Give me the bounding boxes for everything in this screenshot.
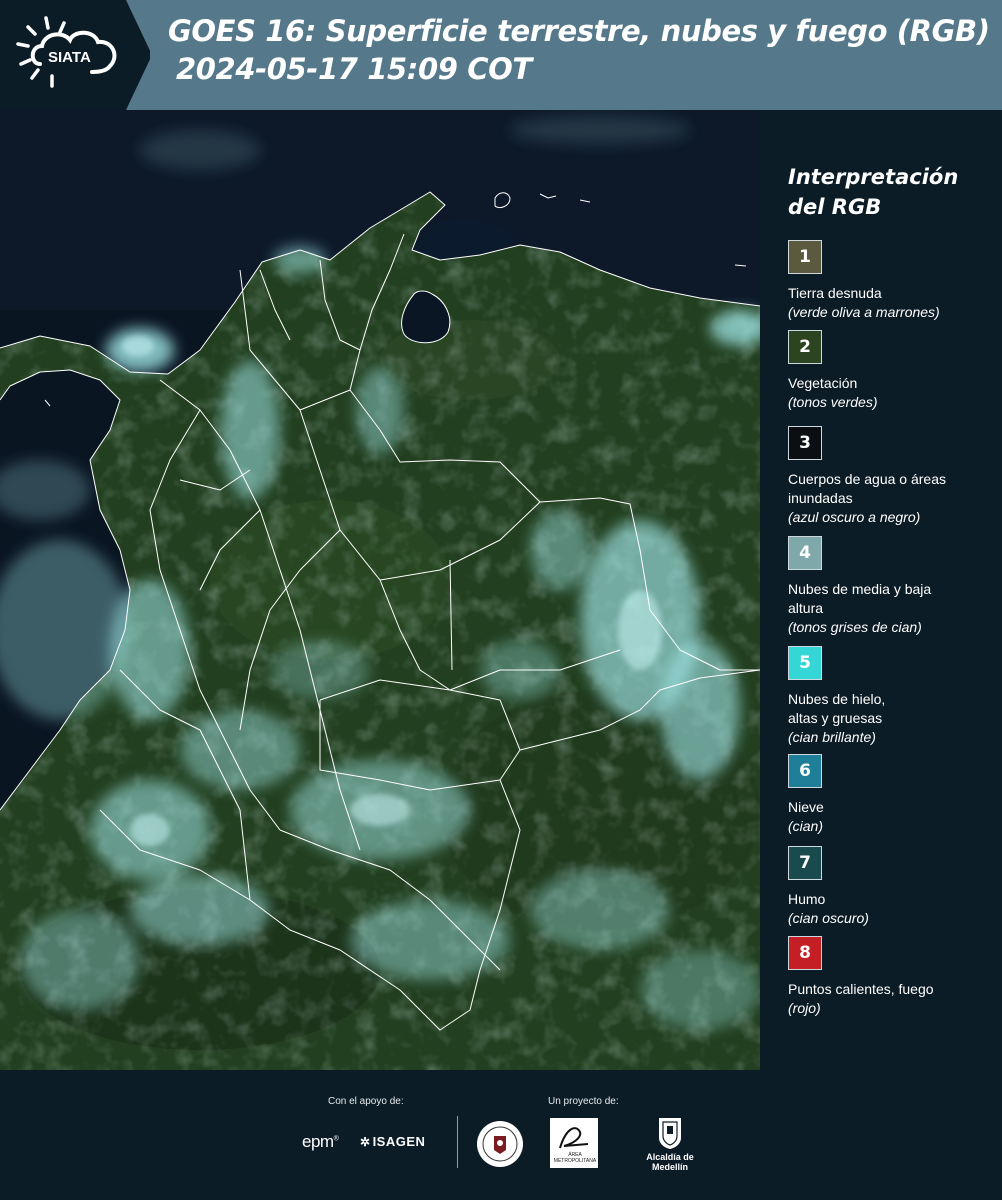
legend-label: Nieve <box>788 799 824 815</box>
satellite-map[interactable] <box>0 110 760 1070</box>
legend-description: (cian brillante) <box>788 729 876 745</box>
medellin-crest-icon <box>659 1118 681 1149</box>
legend-swatch: 3 <box>788 426 822 460</box>
legend-swatch: 5 <box>788 646 822 680</box>
legend-label: Nubes de media y baja altura <box>788 581 932 616</box>
legend-swatch: 1 <box>788 240 822 274</box>
legend-description: (cian) <box>788 818 824 834</box>
legend-item: 6 Nieve (cian) <box>788 754 998 836</box>
legend-description: (rojo) <box>788 1000 821 1016</box>
legend-swatch: 7 <box>788 846 822 880</box>
isagen-logo: ✲ ISAGEN <box>360 1134 426 1149</box>
legend-description: (azul oscuro a negro) <box>788 509 921 525</box>
legend-label: Humo <box>788 891 826 907</box>
legend-swatch: 2 <box>788 330 822 364</box>
legend-label: Cuerpos de agua o áreas inundadas <box>788 471 946 506</box>
epm-logo: epm® <box>302 1132 339 1151</box>
alcaldia-text: Alcaldía de Medellín <box>646 1152 694 1172</box>
svg-text:SIATA: SIATA <box>48 49 91 66</box>
legend-title: Interpretación del RGB <box>788 165 959 219</box>
legend-item: 7 Humo (cian oscuro) <box>788 846 998 928</box>
isagen-mark-icon: ✲ <box>360 1135 371 1149</box>
siata-logo: SIATA <box>0 0 150 110</box>
legend-description: (tonos grises de cian) <box>788 619 922 635</box>
amva-text: ÁREA METROPOLITANA <box>553 1152 597 1164</box>
university-seal-logo <box>476 1120 524 1168</box>
legend-item: 3 Cuerpos de agua o áreas inundadas (azul … <box>788 426 998 527</box>
footer: Con el apoyo de: Un proyecto de: epm® ✲ I… <box>0 1070 1002 1200</box>
legend-item: 1 Tierra desnuda (verde oliva a marrones) <box>788 240 998 322</box>
map-datetime: 2024-05-17 15:09 COT <box>176 52 532 86</box>
project-caption: Un proyecto de: <box>548 1096 619 1107</box>
header-bar: SIATA GOES 16: Superficie terrestre, nub… <box>0 0 1002 110</box>
legend-description: (verde oliva a marrones) <box>788 304 940 320</box>
legend-item: 4 Nubes de media y baja altura (tonos gris… <box>788 536 998 637</box>
legend-item: 8 Puntos calientes, fuego (rojo) <box>788 936 998 1018</box>
legend-label: Vegetación <box>788 375 858 391</box>
footer-divider <box>457 1116 458 1168</box>
legend-label: Tierra desnuda <box>788 285 882 301</box>
legend-swatch: 6 <box>788 754 822 788</box>
legend-item: 5 Nubes de hielo, altas y gruesas (cian br… <box>788 646 998 747</box>
legend-item: 2 Vegetación (tonos verdes) <box>788 330 998 412</box>
legend-label: Puntos calientes, fuego <box>788 981 934 997</box>
legend-description: (tonos verdes) <box>788 394 878 410</box>
support-caption: Con el apoyo de: <box>328 1096 404 1107</box>
map-title: GOES 16: Superficie terrestre, nubes y f… <box>168 14 990 48</box>
area-metropolitana-logo: ÁREA METROPOLITANA <box>550 1118 598 1168</box>
legend-description: (cian oscuro) <box>788 910 869 926</box>
legend-label: Nubes de hielo, altas y gruesas <box>788 691 886 726</box>
alcaldia-medellin-logo: Alcaldía de Medellín <box>634 1116 706 1172</box>
legend-swatch: 4 <box>788 536 822 570</box>
legend-panel: Interpretación del RGB 1 Tierra desnuda (v… <box>760 110 1002 1070</box>
legend-swatch: 8 <box>788 936 822 970</box>
